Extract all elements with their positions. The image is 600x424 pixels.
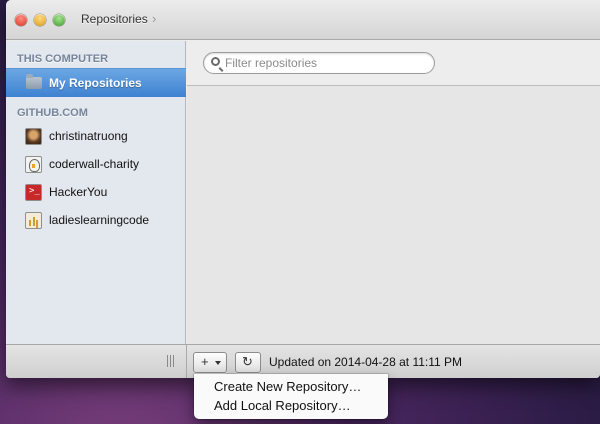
sidebar-item-coderwall-charity[interactable]: coderwall-charity (6, 150, 186, 178)
menu-item-create-new-repository[interactable]: Create New Repository… (214, 379, 361, 394)
sidebar: THIS COMPUTER My Repositories GITHUB.COM… (6, 41, 186, 344)
bottom-toolbar: + ↻ Updated on 2014-04-28 at 11:11 PM (6, 344, 600, 378)
refresh-button[interactable]: ↻ (235, 352, 261, 373)
divider (186, 345, 187, 378)
zoom-window-button[interactable] (53, 14, 65, 26)
resize-handle-icon[interactable] (167, 355, 175, 367)
plus-icon: + (201, 354, 209, 369)
breadcrumb[interactable]: Repositories (81, 12, 148, 26)
org-avatar-icon (25, 156, 42, 173)
search-input[interactable] (225, 55, 425, 71)
sidebar-item-label: christinatruong (49, 129, 128, 143)
filter-bar (187, 41, 600, 86)
search-icon (211, 57, 220, 66)
sidebar-item-hackeryou[interactable]: >_ HackerYou (6, 178, 186, 206)
sidebar-item-label: ladieslearningcode (49, 213, 150, 227)
sidebar-item-ladieslearningcode[interactable]: ladieslearningcode (6, 206, 186, 234)
sync-status-text: Updated on 2014-04-28 at 11:11 PM (269, 355, 463, 369)
folder-icon (26, 74, 42, 89)
refresh-icon: ↻ (242, 354, 253, 369)
org-avatar-icon (25, 212, 42, 229)
sidebar-item-label: HackerYou (49, 185, 108, 199)
close-window-button[interactable] (15, 14, 27, 26)
sidebar-item-christinatruong[interactable]: christinatruong (6, 122, 186, 150)
add-repository-menu: Create New Repository… Add Local Reposit… (194, 374, 388, 419)
search-field[interactable] (203, 52, 435, 74)
chevron-right-icon: › (152, 11, 157, 26)
minimize-window-button[interactable] (34, 14, 46, 26)
section-header-this-computer: THIS COMPUTER (17, 53, 109, 65)
chevron-down-icon (215, 361, 221, 365)
github-app-window: Repositories › THIS COMPUTER My Reposito… (6, 0, 600, 378)
user-avatar-icon (25, 128, 42, 145)
sidebar-item-label: coderwall-charity (49, 157, 140, 171)
section-header-github: GITHUB.COM (17, 107, 88, 119)
add-repository-button[interactable]: + (193, 352, 227, 373)
repository-list-panel (187, 41, 600, 344)
menu-item-add-local-repository[interactable]: Add Local Repository… (214, 398, 351, 413)
terminal-avatar-icon: >_ (25, 184, 42, 201)
sidebar-item-label: My Repositories (49, 76, 142, 90)
sidebar-item-my-repositories[interactable]: My Repositories (6, 68, 186, 97)
title-bar: Repositories › (6, 0, 600, 40)
